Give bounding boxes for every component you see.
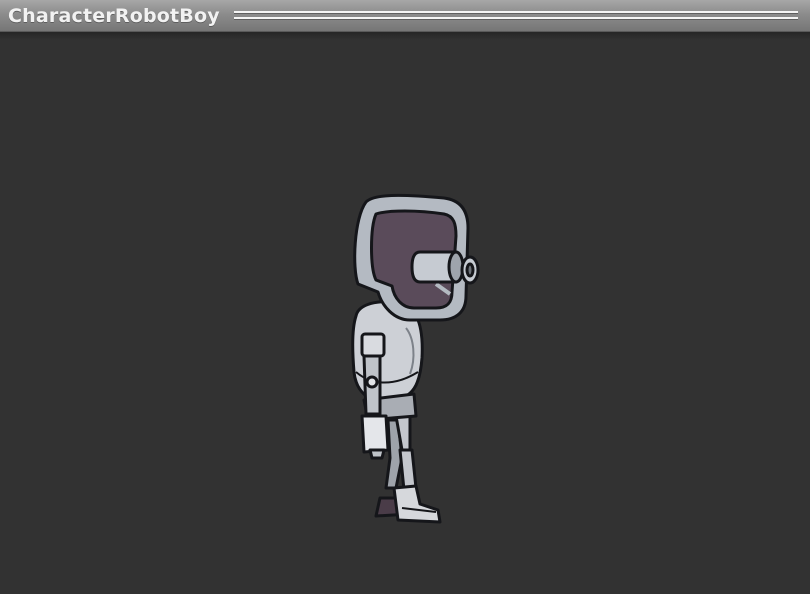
grip-line [234, 17, 798, 20]
titlebar-shadow [0, 32, 810, 40]
robot-eye-lens [410, 250, 480, 285]
robot-front-leg [392, 414, 442, 524]
titlebar-grip[interactable] [234, 11, 798, 21]
grip-line [234, 11, 798, 14]
window-title: CharacterRobotBoy [8, 5, 220, 27]
window-titlebar[interactable]: CharacterRobotBoy [0, 0, 810, 32]
robot-boy-sprite [351, 193, 480, 524]
